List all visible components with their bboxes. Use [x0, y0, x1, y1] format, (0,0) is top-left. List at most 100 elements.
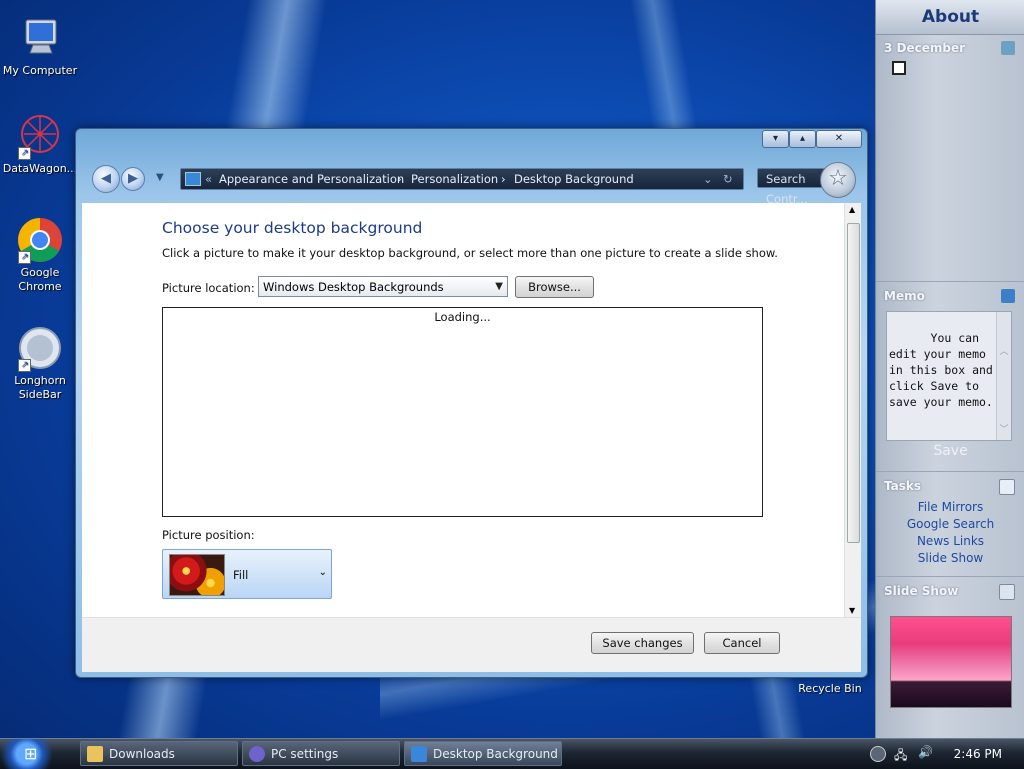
gear-icon: [249, 746, 265, 762]
picture-position-value: Fill: [233, 568, 249, 582]
scroll-up-icon[interactable]: ︿: [997, 344, 1011, 360]
breadcrumb-appearance[interactable]: Appearance and Personalization: [219, 169, 404, 189]
windows-logo-icon: ⊞: [24, 744, 38, 763]
taskbar-button-desktop-background[interactable]: Desktop Background: [404, 741, 562, 766]
computer-icon: [16, 14, 64, 62]
volume-icon[interactable]: 🔊: [918, 745, 933, 759]
address-dropdown-icon[interactable]: ⌄: [703, 169, 713, 189]
task-slide-show[interactable]: Slide Show: [876, 550, 1024, 567]
memo-scrollbar[interactable]: ︿ ﹀: [996, 312, 1011, 440]
desktop-icon-google-chrome[interactable]: ↗ Google Chrome: [0, 216, 80, 294]
address-bar[interactable]: « Appearance and Personalization › Perso…: [180, 168, 744, 190]
fill-preview-thumbnail: [169, 554, 225, 596]
sidebar-about-button[interactable]: About: [876, 0, 1024, 35]
task-file-mirrors[interactable]: File Mirrors: [876, 499, 1024, 516]
memo-title: Memo: [884, 289, 925, 303]
tasks-title: Tasks: [884, 479, 922, 493]
desktop-icon-label: Recycle Bin: [798, 682, 862, 695]
desktop-icon-label: Google Chrome: [18, 266, 62, 293]
minimize-button[interactable]: ▾: [762, 130, 789, 148]
calendar-toggle-icon[interactable]: [892, 61, 906, 75]
shortcut-arrow-icon: ↗: [18, 251, 31, 264]
breadcrumb-desktop-background[interactable]: Desktop Background: [514, 169, 634, 189]
task-google-search[interactable]: Google Search: [876, 516, 1024, 533]
scroll-down-icon[interactable]: ▼: [849, 606, 855, 615]
longhorn-sidebar: About 3 December Memo You can edit your …: [875, 0, 1024, 738]
loading-text: Loading...: [434, 310, 491, 324]
desktop-icon-longhorn-sidebar[interactable]: ↗ Longhorn SideBar: [0, 324, 80, 402]
refresh-icon[interactable]: ↻: [723, 169, 733, 189]
forward-button[interactable]: ▶: [121, 167, 145, 191]
address-prefix[interactable]: «: [205, 169, 212, 189]
memo-save-button[interactable]: Save: [876, 441, 1024, 463]
tasks-gadget: Tasks File Mirrors Google Search News Li…: [876, 475, 1024, 577]
shortcut-arrow-icon: ↗: [18, 147, 31, 160]
scrollbar-thumb[interactable]: [847, 223, 860, 543]
picture-position-select[interactable]: Fill ⌄: [162, 549, 332, 599]
taskbar: ⊞ Downloads PC settings Desktop Backgrou…: [0, 738, 1024, 769]
desktop-icon-label: My Computer: [2, 64, 78, 77]
page-description: Click a picture to make it your desktop …: [162, 246, 778, 260]
desktop-icon-datawagon[interactable]: ↗ DataWagon...: [0, 112, 80, 176]
tray-orb-icon[interactable]: [870, 746, 886, 762]
page-title: Choose your desktop background: [162, 219, 423, 237]
start-button[interactable]: ⊞: [0, 739, 76, 769]
shortcut-arrow-icon: ↗: [18, 359, 31, 372]
desktop-background-window: ▾ ▴ ✕ ◀ ▶ ▼ « Appearance and Personaliza…: [75, 128, 868, 678]
breadcrumb-personalization[interactable]: Personalization: [411, 169, 498, 189]
desktop-icon-recycle-bin[interactable]: Recycle Bin: [790, 668, 870, 695]
scroll-down-icon[interactable]: ﹀: [997, 422, 1011, 438]
memo-text: You can edit your memo in this box and c…: [889, 331, 993, 409]
taskbar-clock[interactable]: 2:46 PM: [954, 747, 1002, 761]
slideshow-gadget: Slide Show: [876, 580, 1024, 708]
taskbar-button-downloads[interactable]: Downloads: [80, 741, 238, 766]
recycle-bin-icon: [790, 668, 870, 682]
control-panel-icon: [411, 746, 427, 762]
picture-location-select[interactable]: Windows Desktop Backgrounds ▼: [258, 276, 508, 297]
chevron-down-icon: ⌄: [318, 567, 327, 578]
system-tray: 🖧 🔊 2:46 PM: [866, 739, 1024, 769]
maximize-button[interactable]: ▴: [789, 130, 816, 148]
taskbar-button-pc-settings[interactable]: PC settings: [242, 741, 400, 766]
memo-options-icon[interactable]: [1001, 289, 1015, 303]
chrome-icon: ↗: [16, 216, 64, 264]
datawagon-icon: ↗: [16, 112, 64, 160]
picture-location-value: Windows Desktop Backgrounds: [263, 280, 444, 294]
task-news-links[interactable]: News Links: [876, 533, 1024, 550]
clock-gadget: 3 December: [876, 37, 1024, 282]
breadcrumb-separator-icon[interactable]: ›: [501, 169, 506, 189]
browse-button[interactable]: Browse...: [515, 276, 594, 298]
taskbar-button-label: Desktop Background: [433, 747, 558, 761]
close-button[interactable]: ✕: [816, 130, 862, 148]
network-icon[interactable]: 🖧: [894, 746, 907, 767]
slideshow-image[interactable]: [889, 616, 1012, 708]
taskbar-button-label: PC settings: [271, 747, 339, 761]
control-panel-icon: [185, 172, 201, 186]
desktop-icon-label: Longhorn SideBar: [14, 374, 66, 401]
content-scrollbar[interactable]: ▲ ▼: [844, 203, 861, 617]
recent-pages-dropdown-icon[interactable]: ▼: [156, 172, 164, 183]
dialog-footer: Save changes Cancel: [82, 617, 861, 672]
scroll-up-icon[interactable]: ▲: [849, 205, 855, 214]
picture-location-label: Picture location:: [162, 281, 255, 295]
tasks-options-icon[interactable]: [999, 479, 1015, 495]
memo-gadget: Memo You can edit your memo in this box …: [876, 285, 1024, 472]
chevron-down-icon: ▼: [495, 281, 503, 292]
taskbar-button-label: Downloads: [109, 747, 175, 761]
search-placeholder: Search Contr...: [766, 172, 808, 206]
back-button[interactable]: ◀: [92, 165, 120, 193]
folder-icon: [87, 746, 103, 762]
desktop-icon-label: DataWagon...: [2, 162, 78, 175]
favorites-star-icon[interactable]: ☆: [820, 162, 856, 198]
cancel-button[interactable]: Cancel: [704, 632, 780, 654]
gadget-options-icon[interactable]: [1001, 41, 1015, 55]
slideshow-options-icon[interactable]: [999, 584, 1015, 600]
sidebar-orb-icon: ↗: [16, 324, 64, 372]
clock-date: 3 December: [884, 41, 966, 55]
picture-gallery[interactable]: Loading...: [162, 307, 763, 517]
breadcrumb-separator-icon[interactable]: ›: [397, 169, 402, 189]
save-changes-button[interactable]: Save changes: [591, 632, 694, 654]
desktop-icon-my-computer[interactable]: My Computer: [0, 14, 80, 78]
picture-position-label: Picture position:: [162, 528, 255, 542]
memo-textarea[interactable]: You can edit your memo in this box and c…: [886, 311, 1012, 441]
